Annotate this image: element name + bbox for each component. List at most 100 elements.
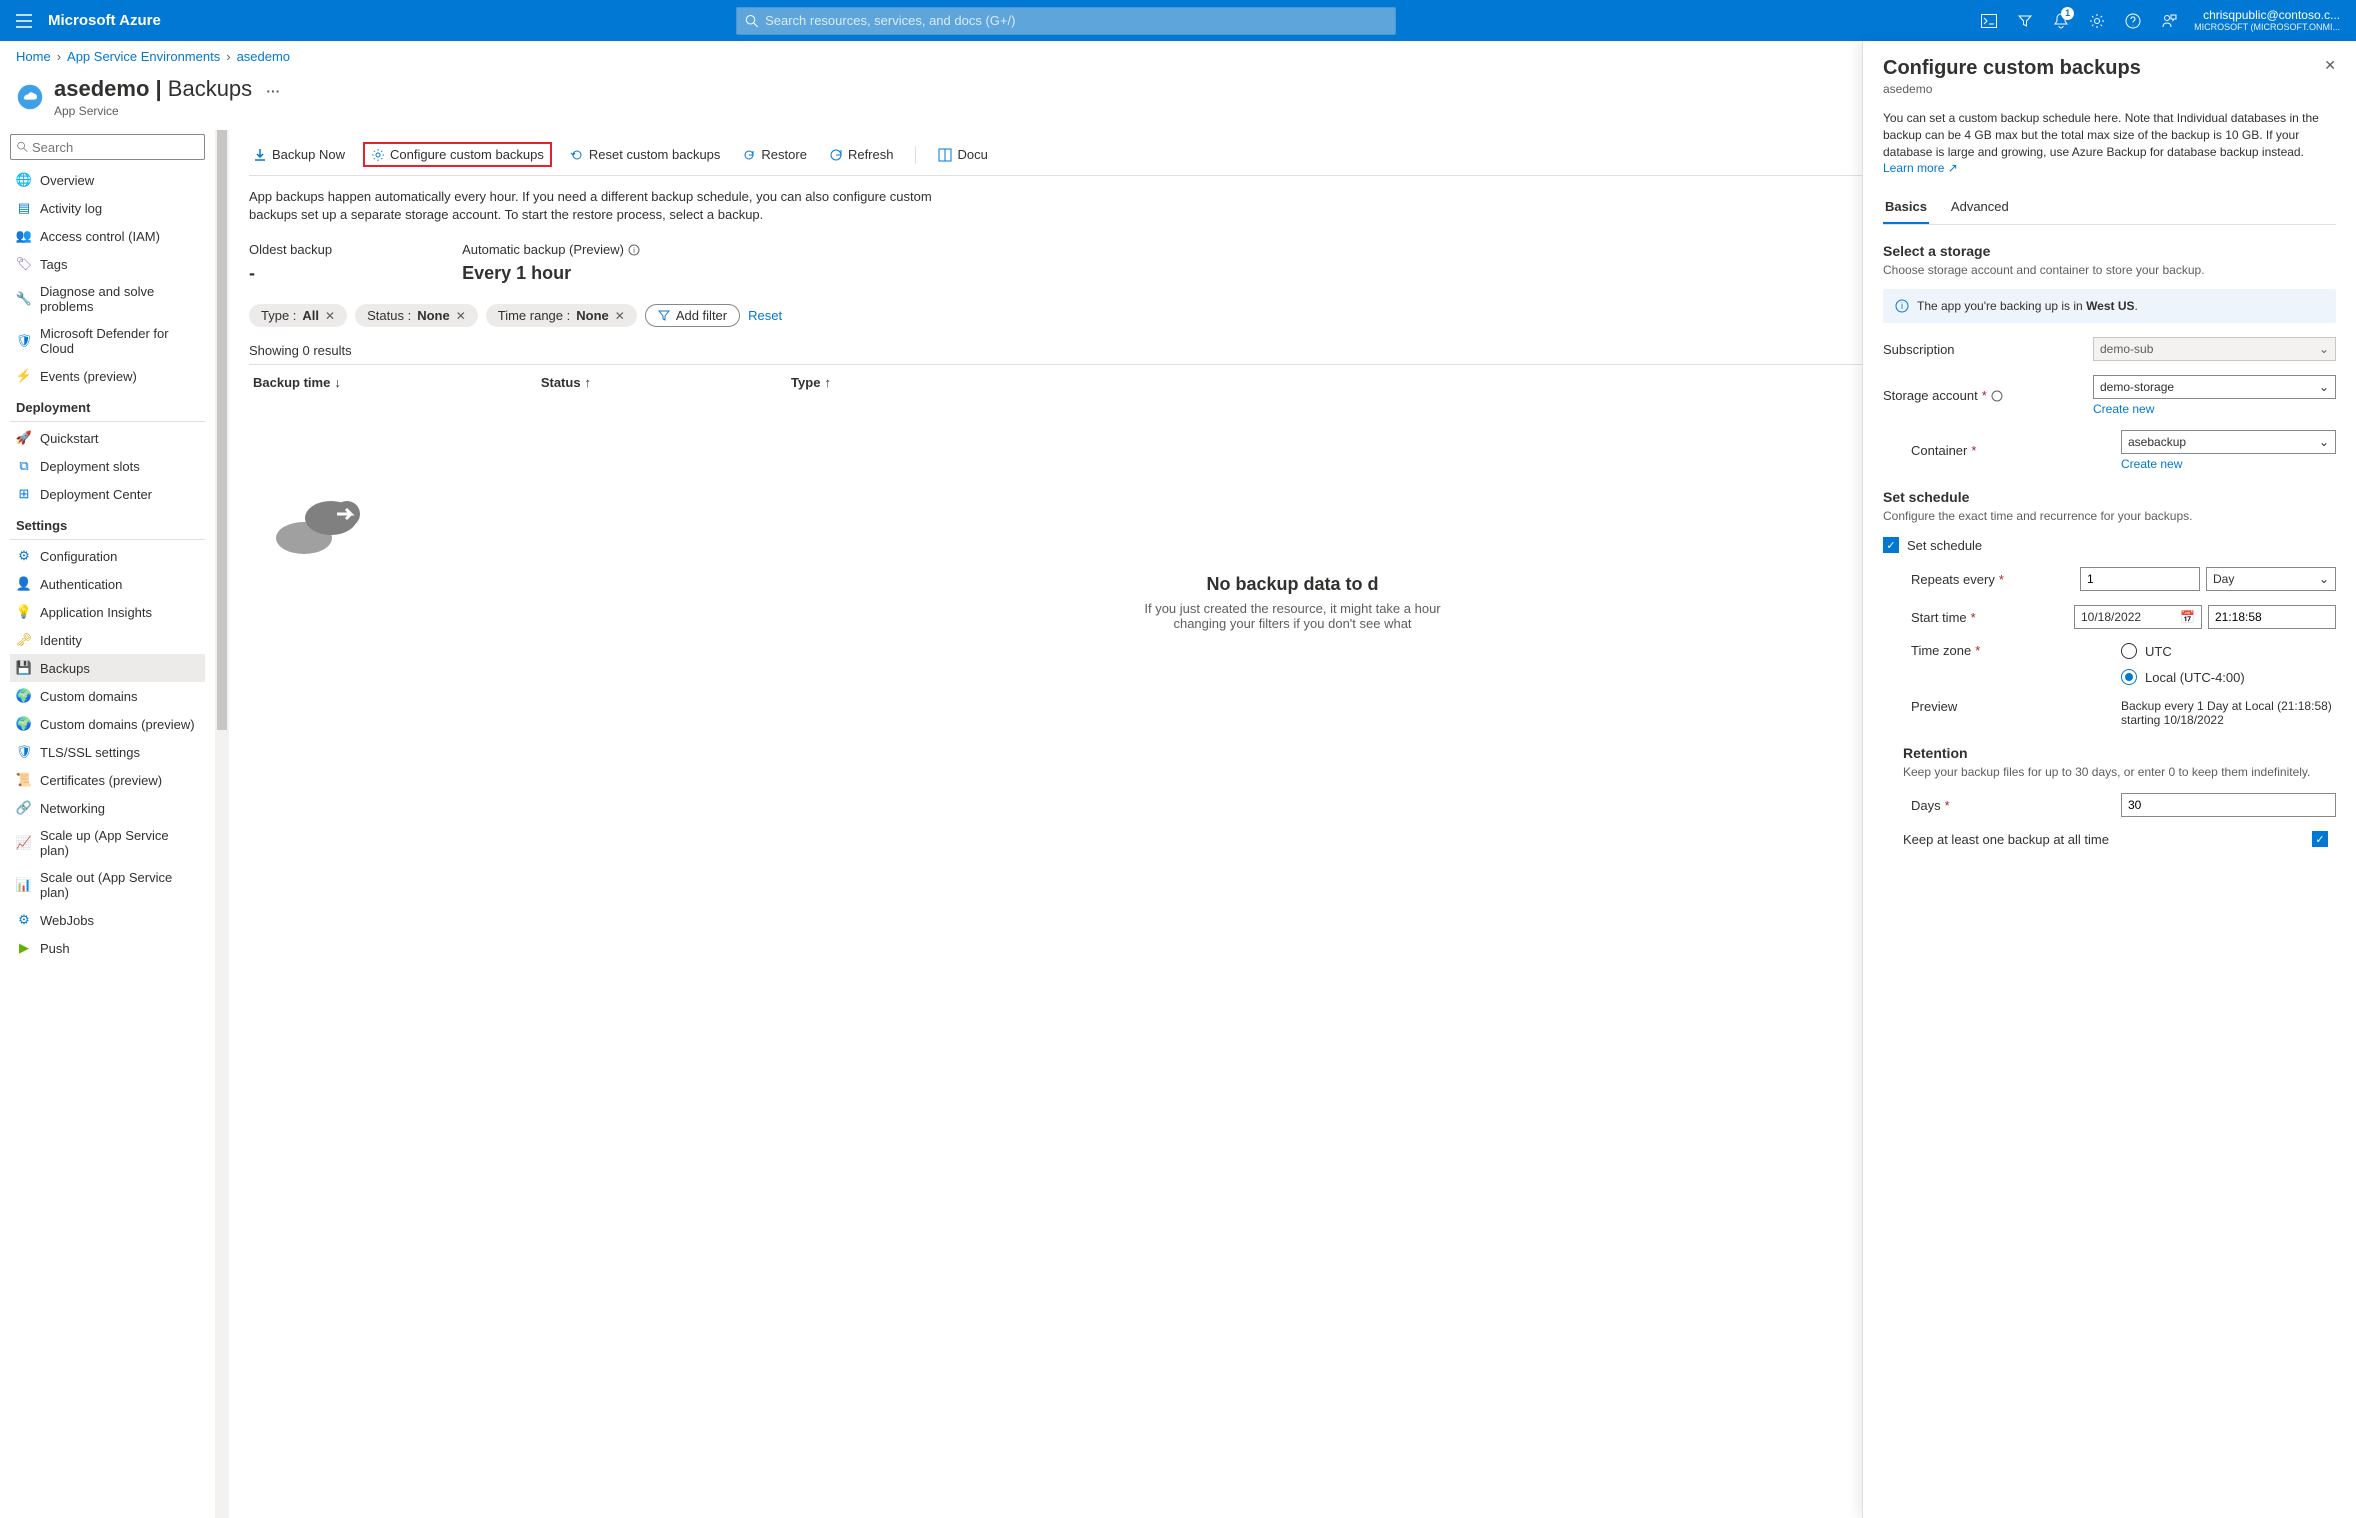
configure-backups-button[interactable]: Configure custom backups bbox=[363, 142, 552, 167]
sidebar-item-scale-up[interactable]: 📈Scale up (App Service plan) bbox=[10, 822, 205, 864]
tab-advanced[interactable]: Advanced bbox=[1949, 191, 2011, 224]
backup-now-icon bbox=[253, 148, 267, 162]
clear-filter-icon[interactable]: ✕ bbox=[325, 309, 335, 323]
cloud-shell-button[interactable] bbox=[1972, 1, 2006, 41]
account-switcher[interactable]: chrisqpublic@contoso.c... MICROSOFT (MIC… bbox=[2194, 8, 2348, 33]
sidebar-item-tls-ssl[interactable]: 🛡TLS/SSL settings bbox=[10, 738, 205, 766]
sidebar-item-certificates[interactable]: 📜Certificates (preview) bbox=[10, 766, 205, 794]
filter-button[interactable] bbox=[2008, 1, 2042, 41]
cloud-shell-icon bbox=[1981, 14, 1997, 28]
schedule-heading: Set schedule bbox=[1883, 489, 2336, 505]
start-time-input[interactable] bbox=[2208, 605, 2336, 629]
global-search-input[interactable] bbox=[765, 13, 1387, 28]
settings-button[interactable] bbox=[2080, 1, 2114, 41]
intro-text: App backups happen automatically every h… bbox=[249, 176, 949, 236]
sidebar-item-scale-out[interactable]: 📊Scale out (App Service plan) bbox=[10, 864, 205, 906]
create-storage-link[interactable]: Create new bbox=[2093, 402, 2336, 416]
app-service-icon bbox=[16, 83, 44, 111]
more-menu[interactable]: ··· bbox=[266, 83, 280, 99]
breadcrumb-home[interactable]: Home bbox=[16, 49, 51, 64]
retention-days-input[interactable] bbox=[2121, 793, 2336, 817]
tab-basics[interactable]: Basics bbox=[1883, 191, 1929, 224]
feedback-button[interactable] bbox=[2152, 1, 2186, 41]
repeats-unit-select[interactable]: Day⌄ bbox=[2206, 567, 2336, 591]
set-schedule-checkbox[interactable]: ✓ bbox=[1883, 537, 1899, 553]
sidebar-item-overview[interactable]: 🌐Overview bbox=[10, 166, 205, 194]
container-select[interactable]: asebackup⌄ bbox=[2121, 430, 2336, 454]
sidebar-item-activity-log[interactable]: ▤Activity log bbox=[10, 194, 205, 222]
sidebar-item-events[interactable]: ⚡Events (preview) bbox=[10, 362, 205, 390]
keep-one-backup-row[interactable]: Keep at least one backup at all time ✓ bbox=[1903, 831, 2336, 847]
keep-one-backup-checkbox[interactable]: ✓ bbox=[2312, 831, 2328, 847]
certificate-icon: 📜 bbox=[16, 772, 32, 788]
sidebar-item-deployment-slots[interactable]: ⧉Deployment slots bbox=[10, 452, 205, 480]
sidebar-search-input[interactable] bbox=[32, 140, 198, 155]
refresh-button[interactable]: Refresh bbox=[825, 145, 898, 164]
sidebar-search[interactable] bbox=[10, 134, 205, 160]
help-button[interactable] bbox=[2116, 1, 2150, 41]
filter-status[interactable]: Status : None✕ bbox=[355, 304, 478, 327]
reset-backups-button[interactable]: Reset custom backups bbox=[566, 145, 725, 164]
info-icon[interactable] bbox=[1991, 390, 2003, 402]
documentation-button[interactable]: Docu bbox=[934, 145, 991, 164]
learn-more-link[interactable]: Learn more ↗ bbox=[1883, 161, 1958, 175]
slots-icon: ⧉ bbox=[16, 458, 32, 474]
sidebar-item-access-control[interactable]: 👥Access control (IAM) bbox=[10, 222, 205, 250]
hamburger-icon bbox=[16, 14, 32, 28]
storage-heading: Select a storage bbox=[1883, 243, 2336, 259]
sidebar-item-custom-domains-preview[interactable]: 🌍Custom domains (preview) bbox=[10, 710, 205, 738]
global-search[interactable] bbox=[736, 7, 1396, 35]
chevron-down-icon: ⌄ bbox=[2319, 342, 2329, 356]
repeats-label: Repeats every * bbox=[1911, 572, 2080, 587]
sidebar-item-app-insights[interactable]: 💡Application Insights bbox=[10, 598, 205, 626]
breadcrumb-resource[interactable]: asedemo bbox=[237, 49, 290, 64]
filter-icon bbox=[2018, 14, 2032, 28]
sidebar-item-deployment-center[interactable]: ⊞Deployment Center bbox=[10, 480, 205, 508]
wrench-icon: 🔧 bbox=[16, 291, 32, 307]
sidebar-item-custom-domains[interactable]: 🌍Custom domains bbox=[10, 682, 205, 710]
filter-type[interactable]: Type : All✕ bbox=[249, 304, 347, 327]
timezone-local-radio[interactable]: Local (UTC-4:00) bbox=[2121, 669, 2336, 685]
sidebar-item-push[interactable]: ▶Push bbox=[10, 934, 205, 962]
storage-account-select[interactable]: demo-storage⌄ bbox=[2093, 375, 2336, 399]
breadcrumb-ase[interactable]: App Service Environments bbox=[67, 49, 220, 64]
reset-filters-link[interactable]: Reset bbox=[748, 308, 782, 323]
col-backup-time[interactable]: Backup time ↓ bbox=[253, 375, 341, 390]
set-schedule-checkbox-row[interactable]: ✓ Set schedule bbox=[1883, 537, 2336, 553]
start-date-input[interactable]: 10/18/2022📅 bbox=[2074, 605, 2202, 629]
clear-filter-icon[interactable]: ✕ bbox=[456, 309, 466, 323]
sidebar-item-identity[interactable]: 🗝Identity bbox=[10, 626, 205, 654]
sidebar-item-webjobs[interactable]: ⚙WebJobs bbox=[10, 906, 205, 934]
clear-filter-icon[interactable]: ✕ bbox=[615, 309, 625, 323]
log-icon: ▤ bbox=[16, 200, 32, 216]
sidebar-scrollbar[interactable] bbox=[215, 130, 229, 1518]
people-icon: 👥 bbox=[16, 228, 32, 244]
hamburger-menu-button[interactable] bbox=[8, 5, 40, 37]
sidebar-item-quickstart[interactable]: 🚀Quickstart bbox=[10, 424, 205, 452]
create-container-link[interactable]: Create new bbox=[2121, 457, 2336, 471]
rocket-icon: 🚀 bbox=[16, 430, 32, 446]
sidebar-item-backups[interactable]: 💾Backups bbox=[10, 654, 205, 682]
add-filter-button[interactable]: Add filter bbox=[645, 304, 740, 327]
globe-icon: 🌐 bbox=[16, 172, 32, 188]
restore-button[interactable]: Restore bbox=[738, 145, 811, 164]
filter-timerange[interactable]: Time range : None✕ bbox=[486, 304, 637, 327]
col-type[interactable]: Type ↑ bbox=[791, 375, 831, 390]
backup-now-button[interactable]: Backup Now bbox=[249, 145, 349, 164]
topbar: Microsoft Azure 1 chrisqpublic@contoso.c… bbox=[0, 0, 2356, 41]
sidebar-item-networking[interactable]: 🔗Networking bbox=[10, 794, 205, 822]
sidebar-item-defender[interactable]: 🛡Microsoft Defender for Cloud bbox=[10, 320, 205, 362]
sidebar-item-tags[interactable]: 🏷Tags bbox=[10, 250, 205, 278]
configure-backups-panel: Configure custom backups asedemo ✕ You c… bbox=[1862, 41, 2356, 1518]
close-panel-button[interactable]: ✕ bbox=[2324, 57, 2336, 74]
sidebar-item-configuration[interactable]: ⚙Configuration bbox=[10, 542, 205, 570]
col-status[interactable]: Status ↑ bbox=[541, 375, 591, 390]
container-label: Container * bbox=[1911, 443, 2121, 458]
subscription-select: demo-sub⌄ bbox=[2093, 337, 2336, 361]
timezone-utc-radio[interactable]: UTC bbox=[2121, 643, 2336, 659]
sidebar-item-authentication[interactable]: 👤Authentication bbox=[10, 570, 205, 598]
notifications-button[interactable]: 1 bbox=[2044, 1, 2078, 41]
info-icon[interactable]: i bbox=[628, 244, 640, 256]
sidebar-item-diagnose[interactable]: 🔧Diagnose and solve problems bbox=[10, 278, 205, 320]
repeats-value-input[interactable] bbox=[2080, 567, 2200, 591]
